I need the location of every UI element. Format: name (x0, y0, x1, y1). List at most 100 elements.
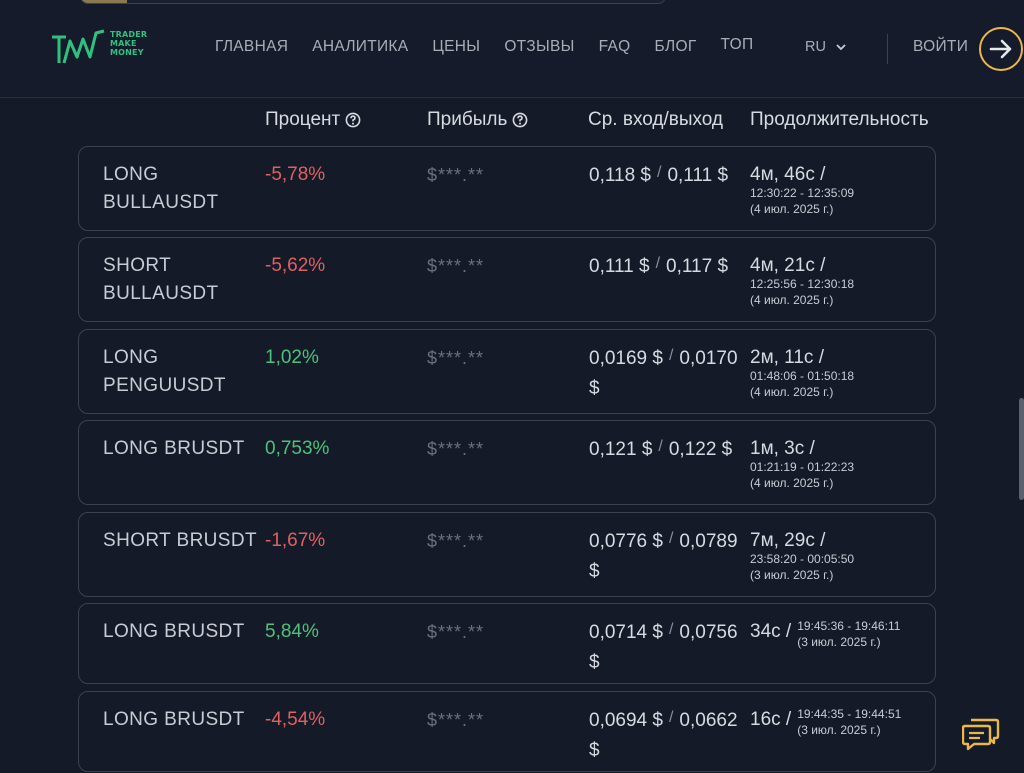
trade-percent: -1,67% (265, 530, 326, 551)
trade-profit-hidden: $***.** (427, 348, 485, 368)
trade-time-range: 19:44:35 - 19:44:51 (797, 707, 902, 721)
nav-item-home[interactable]: ГЛАВНАЯ (215, 38, 288, 56)
trade-pair: SHORT BULLAUSDT (103, 255, 219, 304)
trade-time-range: 12:25:56 - 12:30:18 (750, 277, 855, 291)
trade-duration-cell: 4м, 21с / 12:25:56 - 12:30:18 (4 июл. 20… (750, 252, 854, 308)
trade-duration-cell: 16с / 19:44:35 - 19:44:51 (3 июл. 2025 г… (750, 706, 901, 738)
login-link[interactable]: ВОЙТИ (913, 38, 968, 56)
trade-entry-price: 0,118 $ (589, 165, 651, 186)
trade-entry-exit: 0,111 $/0,117 $ (589, 255, 729, 277)
nav-item-reviews[interactable]: ОТЗЫВЫ (504, 38, 574, 56)
trade-row[interactable]: LONG BRUSDT -4,54% $***.** 0,0694 $/0,06… (78, 691, 936, 772)
trade-date: (3 июл. 2025 г.) (750, 568, 834, 582)
trade-time-range: 12:30:22 - 12:35:09 (750, 186, 855, 200)
help-circle-icon[interactable] (512, 112, 528, 128)
trade-pair: LONG BULLAUSDT (103, 164, 219, 213)
trade-pair: LONG PENGUUSDT (103, 347, 226, 396)
trade-profit-hidden: $***.** (427, 165, 485, 185)
trade-profit-hidden: $***.** (427, 256, 485, 276)
nav-item-blog[interactable]: БЛОГ (655, 38, 697, 56)
nav-item-top[interactable]: ТОП (721, 36, 754, 54)
trade-row[interactable]: SHORT BULLAUSDT -5,62% $***.** 0,111 $/0… (78, 237, 936, 322)
help-circle-icon[interactable] (345, 112, 361, 128)
site-header: TRADER MAKE MONEY ГЛАВНАЯ АНАЛИТИКА ЦЕНЫ… (0, 0, 1024, 98)
trade-date: (4 июл. 2025 г.) (750, 385, 834, 399)
trade-duration-cell: 7м, 29с / 23:58:20 - 00:05:50 (3 июл. 20… (750, 527, 854, 583)
trade-entry-price: 0,0169 $ (589, 348, 663, 369)
trade-date: (3 июл. 2025 г.) (797, 635, 881, 649)
column-header-duration-label: Продолжительность (750, 109, 929, 130)
arrow-right-icon (989, 39, 1012, 59)
trade-percent: -5,62% (265, 255, 326, 276)
trade-profit-hidden: $***.** (427, 439, 485, 459)
trade-entry-exit: 0,118 $/0,111 $ (589, 164, 729, 186)
nav-item-prices[interactable]: ЦЕНЫ (432, 38, 480, 56)
trade-exit-price: 0,122 $ (668, 439, 733, 460)
column-header-duration: Продолжительность (750, 109, 929, 131)
logo-text: TRADER MAKE MONEY (110, 29, 148, 57)
main-nav: ГЛАВНАЯ АНАЛИТИКА ЦЕНЫ ОТЗЫВЫ FAQ БЛОГ Т… (215, 36, 769, 56)
trade-entry-price: 0,0694 $ (589, 710, 663, 731)
trade-date: (3 июл. 2025 г.) (797, 723, 881, 737)
column-header-entry-exit-label: Ср. вход/выход (588, 109, 724, 130)
trade-duration-cell: 34с / 19:45:36 - 19:46:11 (3 июл. 2025 г… (750, 618, 900, 650)
trade-date: (4 июл. 2025 г.) (750, 476, 834, 490)
header-divider (887, 34, 888, 64)
logo[interactable]: TRADER MAKE MONEY (50, 26, 150, 72)
trade-percent: 1,02% (265, 347, 319, 368)
trade-row[interactable]: LONG PENGUUSDT 1,02% $***.** 0,0169 $/0,… (78, 329, 936, 414)
trade-time-range: 23:58:20 - 00:05:50 (750, 552, 855, 566)
trade-pair: SHORT BRUSDT (103, 530, 258, 551)
trade-percent: -5,78% (265, 164, 326, 185)
trade-entry-exit: 0,0714 $/0,0756 $ (589, 621, 738, 673)
column-header-percent: Процент (265, 109, 361, 131)
trade-row[interactable]: SHORT BRUSDT -1,67% $***.** 0,0776 $/0,0… (78, 512, 936, 597)
chat-bubbles-icon[interactable] (962, 716, 1000, 752)
trade-time-range: 19:45:36 - 19:46:11 (797, 619, 901, 633)
trade-pair: LONG BRUSDT (103, 438, 245, 459)
trade-entry-price: 0,0714 $ (589, 622, 663, 643)
trade-duration-cell: 4м, 46с / 12:30:22 - 12:35:09 (4 июл. 20… (750, 161, 854, 217)
top-banner-strip[interactable] (80, 0, 666, 4)
trade-duration: 16с / (750, 709, 792, 730)
trade-entry-exit: 0,0776 $/0,0789 $ (589, 530, 738, 582)
trade-profit-hidden: $***.** (427, 710, 485, 730)
chevron-down-icon (836, 44, 846, 51)
trade-entry-price: 0,121 $ (589, 439, 653, 460)
trade-row[interactable]: LONG BRUSDT 5,84% $***.** 0,0714 $/0,075… (78, 603, 936, 684)
column-header-percent-label: Процент (265, 109, 341, 130)
trade-percent: 5,84% (265, 621, 319, 642)
trade-date: (4 июл. 2025 г.) (750, 293, 834, 307)
column-header-profit: Прибыль (427, 109, 528, 131)
column-header-profit-label: Прибыль (427, 109, 508, 130)
trade-entry-exit: 0,0694 $/0,0662 $ (589, 709, 738, 761)
trade-profit-hidden: $***.** (427, 531, 485, 551)
trade-pair: LONG BRUSDT (103, 709, 245, 730)
trade-exit-price: 0,111 $ (667, 165, 729, 186)
column-header-entry-exit: Ср. вход/выход (588, 109, 723, 131)
nav-item-faq[interactable]: FAQ (599, 38, 631, 56)
trade-time-range: 01:21:19 - 01:22:23 (750, 460, 855, 474)
trade-entry-price: 0,0776 $ (589, 531, 663, 552)
trade-row[interactable]: LONG BULLAUSDT -5,78% $***.** 0,118 $/0,… (78, 146, 936, 231)
logo-mark-icon (52, 29, 105, 64)
trade-time-range: 01:48:06 - 01:50:18 (750, 369, 855, 383)
trade-entry-exit: 0,121 $/0,122 $ (589, 438, 733, 460)
trade-entry-exit: 0,0169 $/0,0170 $ (589, 347, 738, 399)
login-button[interactable] (979, 27, 1023, 71)
trade-date: (4 июл. 2025 г.) (750, 202, 834, 216)
trade-duration-cell: 1м, 3с / 01:21:19 - 01:22:23 (4 июл. 202… (750, 435, 854, 491)
nav-item-analytics[interactable]: АНАЛИТИКА (312, 38, 408, 56)
trade-entry-price: 0,111 $ (589, 256, 650, 277)
trade-pair: LONG BRUSDT (103, 621, 245, 642)
trade-percent: -4,54% (265, 709, 326, 730)
trade-percent: 0,753% (265, 438, 330, 459)
language-label: RU (805, 39, 826, 55)
trade-profit-hidden: $***.** (427, 622, 485, 642)
trade-exit-price: 0,117 $ (666, 256, 729, 277)
trade-duration: 34с / (750, 621, 792, 642)
trade-duration-cell: 2м, 11с / 01:48:06 - 01:50:18 (4 июл. 20… (750, 344, 854, 400)
trade-row[interactable]: LONG BRUSDT 0,753% $***.** 0,121 $/0,122… (78, 420, 936, 505)
scrollbar-thumb[interactable] (1019, 398, 1024, 500)
language-selector[interactable]: RU (805, 39, 846, 55)
